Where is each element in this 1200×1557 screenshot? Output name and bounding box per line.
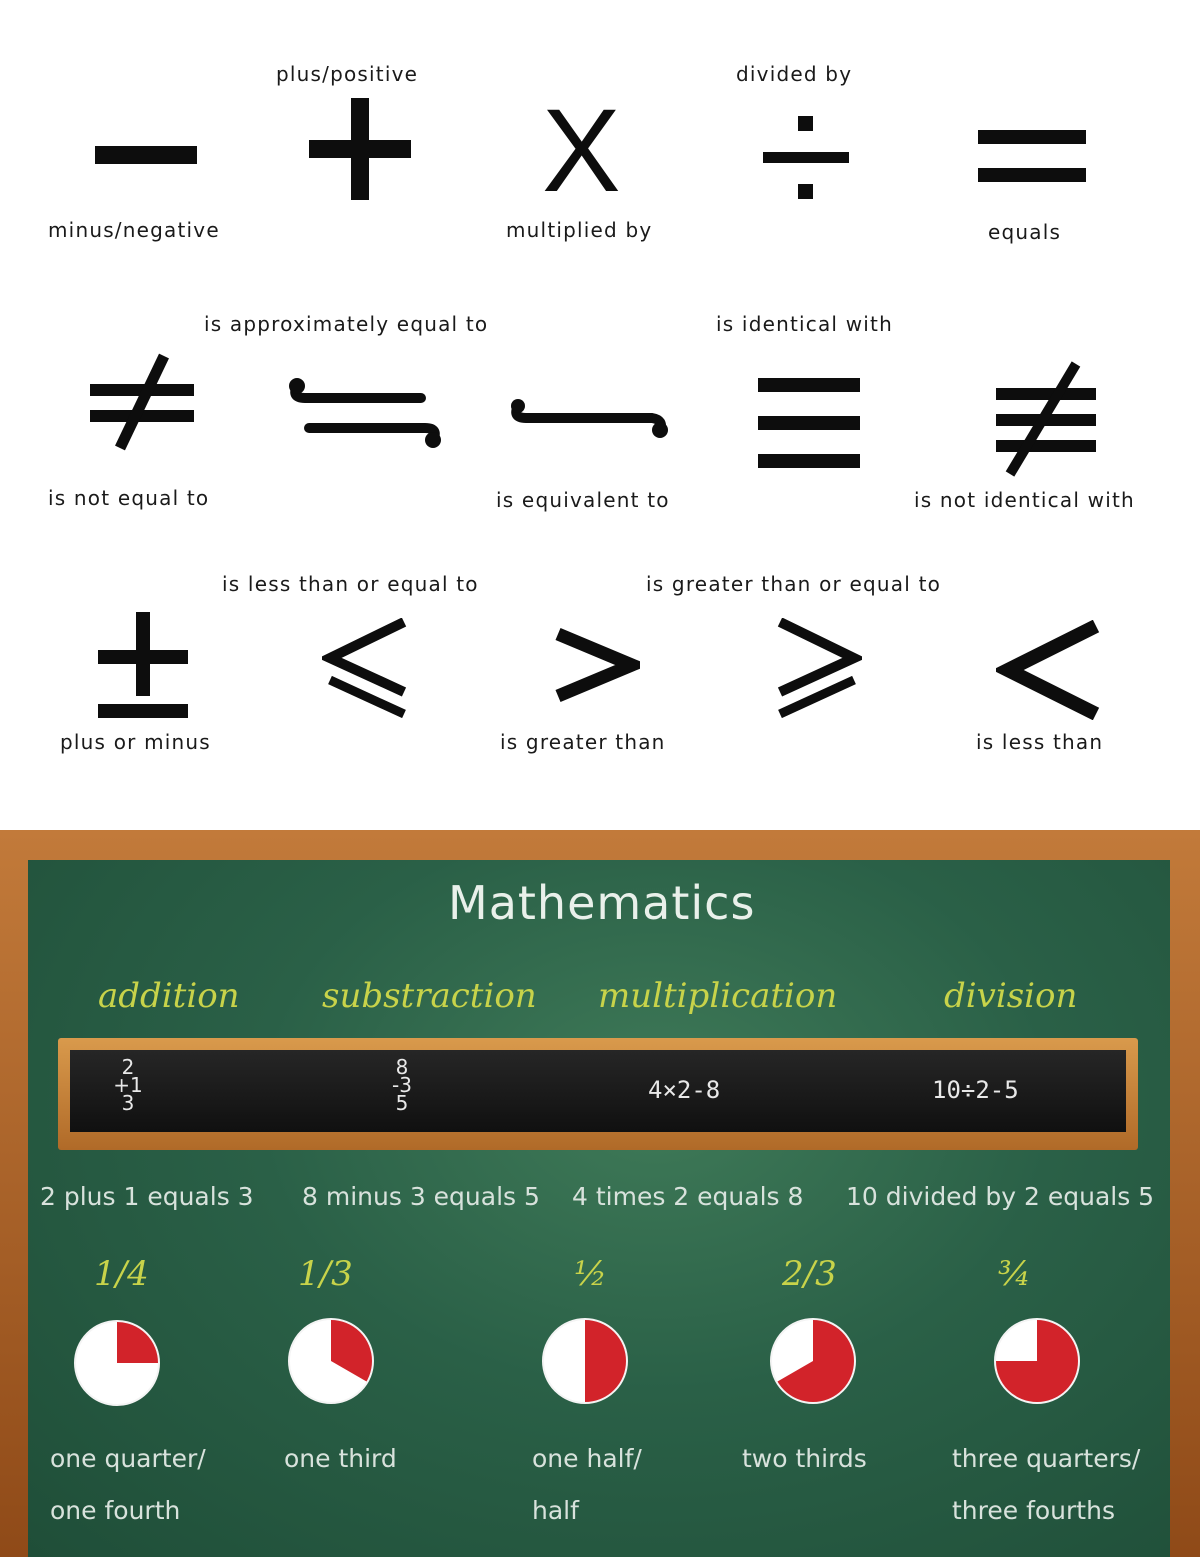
label-plus-minus: plus or minus (60, 730, 211, 754)
approx-equal-symbol (289, 378, 441, 448)
identical-symbol (758, 378, 860, 468)
greater-symbol (555, 628, 640, 702)
slate-subtraction-bottom: 5 (395, 1091, 409, 1115)
pie-two-thirds (770, 1318, 856, 1404)
fraction-label-three-quarters: ¾ (998, 1254, 1031, 1294)
op-subtraction: substraction (322, 976, 537, 1016)
fraction-name-half-2: half (532, 1496, 579, 1525)
chalkboard: Mathematics addition substraction multip… (0, 830, 1200, 1557)
minus-symbol (95, 146, 197, 164)
label-identical: is identical with (716, 312, 893, 336)
slate-subtraction: 8 -3 5 (382, 1057, 422, 1115)
label-equals: equals (988, 220, 1062, 244)
fraction-name-quarter-2: one fourth (50, 1496, 181, 1525)
label-minus: minus/negative (48, 218, 220, 242)
label-not-equal: is not equal to (48, 486, 210, 510)
not-equal-symbol (90, 353, 194, 451)
fraction-name-third: one third (284, 1444, 397, 1473)
fraction-label-third: 1/3 (298, 1254, 353, 1294)
fraction-name-two-thirds: two thirds (742, 1444, 867, 1473)
pie-half (542, 1318, 628, 1404)
pie-third (288, 1318, 374, 1404)
pie-slice (585, 1319, 627, 1403)
less-equal-symbol (322, 618, 407, 718)
slate-frame: 2 +1 3 8 -3 5 4×2-8 10÷2-5 (58, 1038, 1138, 1150)
label-approx: is approximately equal to (204, 312, 489, 336)
fraction-label-two-thirds: 2/3 (782, 1254, 837, 1294)
plus-minus-symbol (98, 612, 188, 718)
op-multiplication: multiplication (598, 976, 838, 1016)
slate: 2 +1 3 8 -3 5 4×2-8 10÷2-5 (70, 1050, 1126, 1132)
equivalent-symbol (511, 399, 668, 438)
fraction-label-quarter: 1/4 (94, 1254, 149, 1294)
pie-quarter (74, 1320, 160, 1406)
greater-equal-symbol (777, 618, 862, 718)
slate-division: 10÷2-5 (932, 1076, 1019, 1104)
not-identical-symbol (996, 361, 1096, 477)
board-title: Mathematics (448, 876, 756, 930)
sentence-division: 10 divided by 2 equals 5 (846, 1182, 1155, 1211)
label-less-equal: is less than or equal to (222, 572, 479, 596)
label-less: is less than (976, 730, 1104, 754)
label-greater: is greater than (500, 730, 666, 754)
plus-symbol (309, 98, 411, 200)
sentence-addition: 2 plus 1 equals 3 (40, 1182, 254, 1211)
op-addition: addition (98, 976, 240, 1016)
slate-multiplication: 4×2-8 (648, 1076, 721, 1104)
label-plus: plus/positive (276, 62, 419, 86)
label-greater-equal: is greater than or equal to (646, 572, 942, 596)
fraction-name-half-1: one half/ (532, 1444, 642, 1473)
pie-three-quarters (994, 1318, 1080, 1404)
less-symbol (996, 620, 1100, 720)
divide-symbol (763, 116, 849, 200)
times-symbol: X (542, 85, 621, 217)
equals-symbol (978, 130, 1086, 184)
label-divide: divided by (736, 62, 853, 86)
fraction-name-three-quarters-2: three fourths (952, 1496, 1115, 1525)
op-division: division (944, 976, 1078, 1016)
slate-addition: 2 +1 3 (108, 1057, 148, 1113)
fraction-name-quarter-1: one quarter/ (50, 1444, 206, 1473)
label-times: multiplied by (506, 218, 653, 242)
label-not-identical: is not identical with (914, 488, 1135, 512)
label-equivalent: is equivalent to (496, 488, 670, 512)
math-symbols-panel: plus/positive divided by X minus/negativ… (0, 0, 1200, 830)
sentence-multiplication: 4 times 2 equals 8 (572, 1182, 804, 1211)
fraction-name-three-quarters-1: three quarters/ (952, 1444, 1141, 1473)
sentence-subtraction: 8 minus 3 equals 5 (302, 1182, 540, 1211)
fraction-label-half: ½ (574, 1254, 607, 1294)
